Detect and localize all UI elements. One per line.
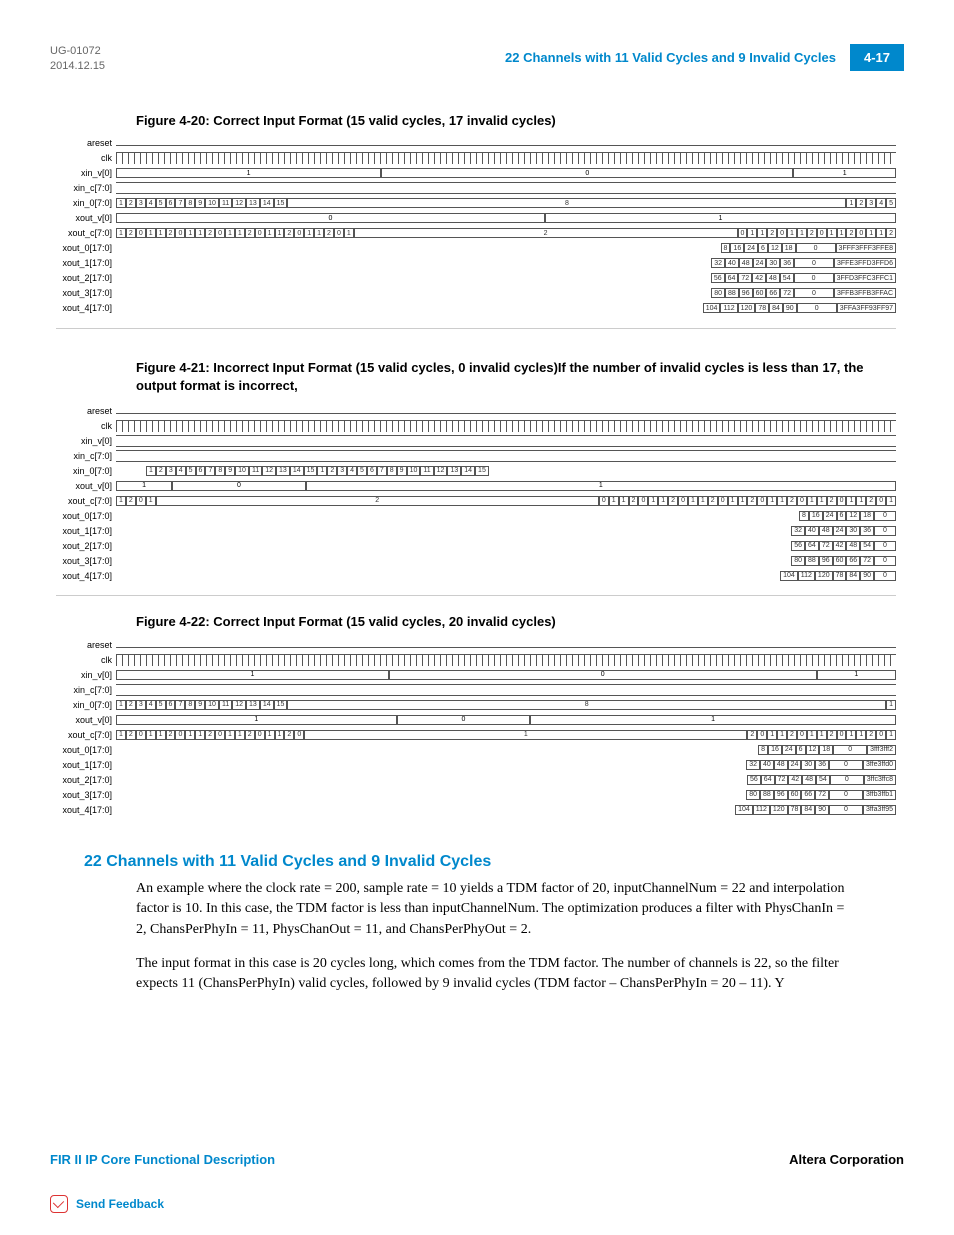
figure-4-21-waveform: areset clk xin_v[0] xin_c[7:0] xin_0[7:0… xyxy=(56,403,896,596)
signal-label: xin_c[7:0] xyxy=(56,183,116,193)
signal-trace: 101 xyxy=(116,670,896,680)
figure-4-20-waveform: areset clk xin_v[0]101 xin_c[7:0] xin_0[… xyxy=(56,136,896,329)
signal-trace: 12012011201120112011201120112011201 xyxy=(116,496,896,506)
doc-date: 2014.12.15 xyxy=(50,59,105,74)
signal-label: xout_4[17:0] xyxy=(56,805,116,815)
figure-4-20-caption: Figure 4-20: Correct Input Format (15 va… xyxy=(136,113,904,128)
body-paragraph: An example where the clock rate = 200, s… xyxy=(136,879,854,940)
signal-label: xout_c[7:0] xyxy=(56,730,116,740)
signal-label: xout_v[0] xyxy=(56,213,116,223)
signal-label: areset xyxy=(56,640,116,650)
signal-trace: 1234567891011121314151234567891011121314… xyxy=(116,466,896,476)
signal-trace: 10411212078849003ffa3ff95 xyxy=(116,805,896,815)
signal-label: areset xyxy=(56,406,116,416)
figure-4-22-caption: Figure 4-22: Correct Input Format (15 va… xyxy=(136,614,904,629)
signal-trace: 56647242485403ffc3ffc8 xyxy=(116,775,896,785)
signal-label: xout_v[0] xyxy=(56,481,116,491)
signal-label: xout_1[17:0] xyxy=(56,526,116,536)
signal-trace: 123456789101112131415812345 xyxy=(116,198,896,208)
header-left: UG-01072 2014.12.15 xyxy=(50,44,105,75)
signal-label: xout_2[17:0] xyxy=(56,541,116,551)
body-paragraph: The input format in this case is 20 cycl… xyxy=(136,954,854,995)
clock-trace xyxy=(116,420,896,432)
signal-label: xout_c[7:0] xyxy=(56,228,116,238)
signal-trace: 1041121207884900 xyxy=(116,571,896,581)
signal-trace: 101 xyxy=(116,481,896,491)
page-header: UG-01072 2014.12.15 22 Channels with 11 … xyxy=(0,0,954,75)
footer-company: Altera Corporation xyxy=(789,1152,904,1167)
section-heading: 22 Channels with 11 Valid Cycles and 9 I… xyxy=(84,853,904,871)
signal-trace: 3240482430360 xyxy=(116,526,896,536)
signal-label: xout_0[17:0] xyxy=(56,511,116,521)
signal-trace xyxy=(116,684,896,696)
signal-label: xout_c[7:0] xyxy=(56,496,116,506)
send-feedback-link[interactable]: Send Feedback xyxy=(50,1195,904,1213)
signal-label: xout_0[17:0] xyxy=(56,243,116,253)
figure-4-21-caption: Figure 4-21: Incorrect Input Format (15 … xyxy=(136,359,904,395)
signal-trace: 12011201120112011201201120112011201 xyxy=(116,730,896,740)
header-right: 22 Channels with 11 Valid Cycles and 9 I… xyxy=(505,44,904,71)
signal-label: xout_2[17:0] xyxy=(56,273,116,283)
signal-trace: 10411212078849003FFA3FF93FF97 xyxy=(116,303,896,313)
signal-trace: 101 xyxy=(116,715,896,725)
page-number-badge: 4-17 xyxy=(850,44,904,71)
signal-label: xout_1[17:0] xyxy=(56,258,116,268)
signal-trace: 81624612180 xyxy=(116,511,896,521)
feedback-label: Send Feedback xyxy=(76,1197,164,1211)
signal-trace: 1201120112011201120112012011201120112011… xyxy=(116,228,896,238)
signal-trace xyxy=(116,182,896,194)
signal-trace: 32404824303603FFE3FFD3FFD6 xyxy=(116,258,896,268)
signal-trace: 101 xyxy=(116,168,896,178)
signal-label: clk xyxy=(56,421,116,431)
clock-trace xyxy=(116,152,896,164)
signal-label: areset xyxy=(56,138,116,148)
page-footer: FIR II IP Core Functional Description Al… xyxy=(0,1152,954,1235)
signal-trace: 8088966066720 xyxy=(116,556,896,566)
signal-trace: 80889660667203ffb3ffb1 xyxy=(116,790,896,800)
signal-label: xout_4[17:0] xyxy=(56,303,116,313)
signal-label: xout_3[17:0] xyxy=(56,790,116,800)
signal-label: xout_3[17:0] xyxy=(56,288,116,298)
signal-label: xout_0[17:0] xyxy=(56,745,116,755)
signal-trace: 56647242485403FFD3FFC3FFC1 xyxy=(116,273,896,283)
signal-label: clk xyxy=(56,153,116,163)
signal-trace: 01 xyxy=(116,213,896,223)
signal-label: xout_2[17:0] xyxy=(56,775,116,785)
signal-label: xin_0[7:0] xyxy=(56,466,116,476)
signal-trace: 32404824303603ffe3ffd0 xyxy=(116,760,896,770)
signal-label: xin_v[0] xyxy=(56,168,116,178)
signal-label: clk xyxy=(56,655,116,665)
footer-chapter-title: FIR II IP Core Functional Description xyxy=(50,1152,275,1167)
signal-trace: 816246121803fff3fff2 xyxy=(116,745,896,755)
signal-trace: 80889660667203FFB3FFB3FFAC xyxy=(116,288,896,298)
signal-trace: 816246121803FFF3FFF3FFE8 xyxy=(116,243,896,253)
signal-label: xin_v[0] xyxy=(56,436,116,446)
feedback-icon xyxy=(50,1195,68,1213)
signal-trace: 12345678910111213141581 xyxy=(116,700,896,710)
signal-trace xyxy=(116,408,896,414)
signal-trace xyxy=(116,435,896,447)
figure-4-22-waveform: areset clk xin_v[0]101 xin_c[7:0] xin_0[… xyxy=(56,637,896,829)
signal-trace xyxy=(116,140,896,146)
signal-label: xin_0[7:0] xyxy=(56,700,116,710)
signal-label: xout_3[17:0] xyxy=(56,556,116,566)
signal-trace xyxy=(116,450,896,462)
signal-trace xyxy=(116,642,896,648)
signal-trace: 5664724248540 xyxy=(116,541,896,551)
signal-label: xout_4[17:0] xyxy=(56,571,116,581)
signal-label: xin_c[7:0] xyxy=(56,451,116,461)
doc-id: UG-01072 xyxy=(50,44,105,59)
signal-label: xout_1[17:0] xyxy=(56,760,116,770)
signal-label: xin_0[7:0] xyxy=(56,198,116,208)
signal-label: xin_v[0] xyxy=(56,670,116,680)
signal-label: xout_v[0] xyxy=(56,715,116,725)
header-section-title: 22 Channels with 11 Valid Cycles and 9 I… xyxy=(505,50,836,65)
signal-label: xin_c[7:0] xyxy=(56,685,116,695)
clock-trace xyxy=(116,654,896,666)
